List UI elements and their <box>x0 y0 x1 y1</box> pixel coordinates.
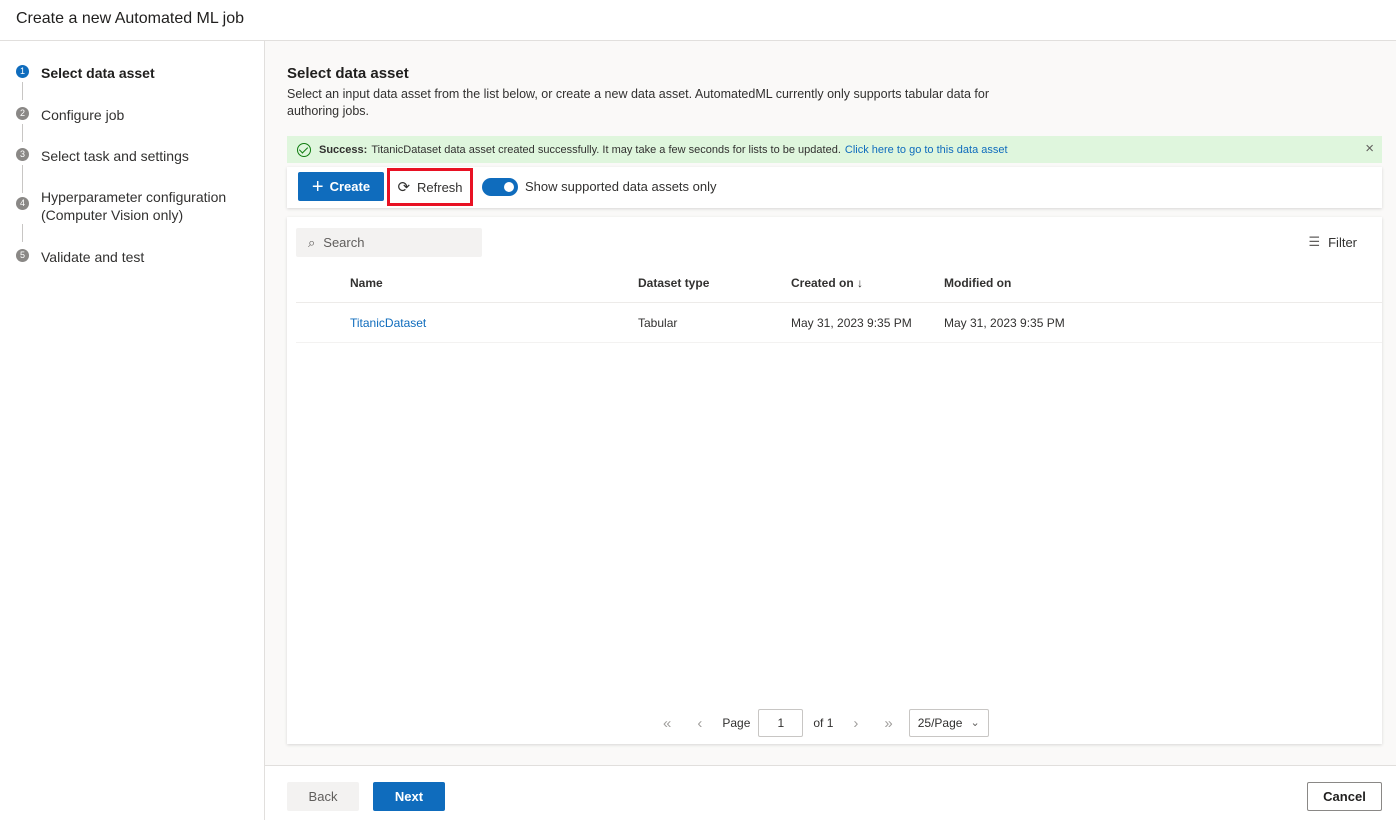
step-number: 3 <box>16 148 29 161</box>
table-header: Name Dataset type Created on ↓ Modified … <box>296 263 1382 303</box>
column-header-dataset-type[interactable]: Dataset type <box>638 276 709 290</box>
filter-label: Filter <box>1328 234 1357 250</box>
search-input[interactable] <box>323 235 464 250</box>
step-label: Select data asset <box>41 65 155 81</box>
filter-button[interactable]: ☰ Filter <box>1308 234 1357 250</box>
step-hyperparameter-configuration[interactable]: 4 Hyperparameter configuration (Computer… <box>16 188 246 224</box>
last-page-icon[interactable]: » <box>884 715 892 732</box>
refresh-icon: ⟳ <box>397 179 411 196</box>
plus-icon: + <box>311 175 324 198</box>
main-content: Select data asset Select an input data a… <box>265 41 1396 820</box>
step-number: 5 <box>16 249 29 262</box>
pagination: « ‹ Page of 1 › » 25/Page ⌄ <box>663 709 989 737</box>
modified-on-cell: May 31, 2023 9:35 PM <box>944 316 1065 330</box>
search-icon: ⌕ <box>308 234 316 250</box>
banner-message: TitanicDataset data asset created succes… <box>371 143 841 156</box>
create-button[interactable]: + Create <box>298 172 384 201</box>
next-page-icon[interactable]: › <box>853 715 858 732</box>
page-title: Create a new Automated ML job <box>16 10 244 27</box>
created-on-cell: May 31, 2023 9:35 PM <box>791 316 912 330</box>
page-size-value: 25/Page <box>917 716 963 730</box>
dataset-name-link[interactable]: TitanicDataset <box>350 316 426 330</box>
data-asset-list: ⌕ ☰ Filter Name Dataset type Created on … <box>287 217 1382 744</box>
step-number: 2 <box>16 107 29 120</box>
cancel-button[interactable]: Cancel <box>1307 782 1382 811</box>
page-size-dropdown[interactable]: 25/Page ⌄ <box>908 709 989 737</box>
back-button[interactable]: Back <box>287 782 359 811</box>
step-number: 1 <box>16 65 29 78</box>
search-box[interactable]: ⌕ <box>296 228 482 257</box>
create-label: Create <box>329 179 371 194</box>
page-number-input[interactable] <box>758 709 804 737</box>
filter-icon: ☰ <box>1308 234 1321 249</box>
step-connector <box>22 224 23 242</box>
page-count-label: of 1 <box>813 716 834 730</box>
wizard-steps: 1 Select data asset 2 Configure job 3 Se… <box>0 41 265 820</box>
dataset-type-cell: Tabular <box>638 316 678 330</box>
step-select-task-settings[interactable]: 3 Select task and settings <box>16 147 189 165</box>
step-connector <box>22 82 23 100</box>
column-header-created-on[interactable]: Created on ↓ <box>791 276 863 290</box>
refresh-label: Refresh <box>417 179 463 195</box>
step-validate-and-test[interactable]: 5 Validate and test <box>16 248 144 266</box>
first-page-icon[interactable]: « <box>663 715 671 732</box>
section-description: Select an input data asset from the list… <box>287 87 990 118</box>
column-header-modified-on[interactable]: Modified on <box>944 276 1011 290</box>
step-label: Select task and settings <box>41 148 189 164</box>
toggle-label: Show supported data assets only <box>525 179 717 194</box>
step-number: 4 <box>16 197 29 210</box>
refresh-button[interactable]: ⟳ Refresh <box>387 168 473 206</box>
step-select-data-asset[interactable]: 1 Select data asset <box>16 64 155 82</box>
toolbar: + Create ⟳ Refresh Show supported data a… <box>287 167 1382 208</box>
close-icon[interactable]: × <box>1365 141 1374 157</box>
next-button[interactable]: Next <box>373 782 445 811</box>
section-title: Select data asset <box>287 65 409 82</box>
go-to-data-asset-link[interactable]: Click here to go to this data asset <box>845 144 1008 156</box>
step-label: Configure job <box>41 107 125 123</box>
success-banner: Success: TitanicDataset data asset creat… <box>287 136 1382 163</box>
banner-status: Success: <box>319 143 368 156</box>
step-label: Validate and test <box>41 249 145 265</box>
footer-bar: Back Next Cancel <box>265 765 1396 820</box>
check-circle-icon <box>297 142 311 157</box>
previous-page-icon[interactable]: ‹ <box>697 715 702 732</box>
table-row[interactable]: TitanicDataset Tabular May 31, 2023 9:35… <box>296 303 1382 343</box>
page-label: Page <box>722 716 751 730</box>
column-header-name[interactable]: Name <box>350 276 383 290</box>
step-connector <box>22 124 23 142</box>
supported-assets-toggle[interactable] <box>482 178 518 196</box>
top-bar: Create a new Automated ML job <box>0 0 1396 41</box>
step-configure-job[interactable]: 2 Configure job <box>16 106 124 124</box>
chevron-down-icon: ⌄ <box>970 717 980 729</box>
step-label: Hyperparameter configuration (Computer V… <box>41 189 227 223</box>
